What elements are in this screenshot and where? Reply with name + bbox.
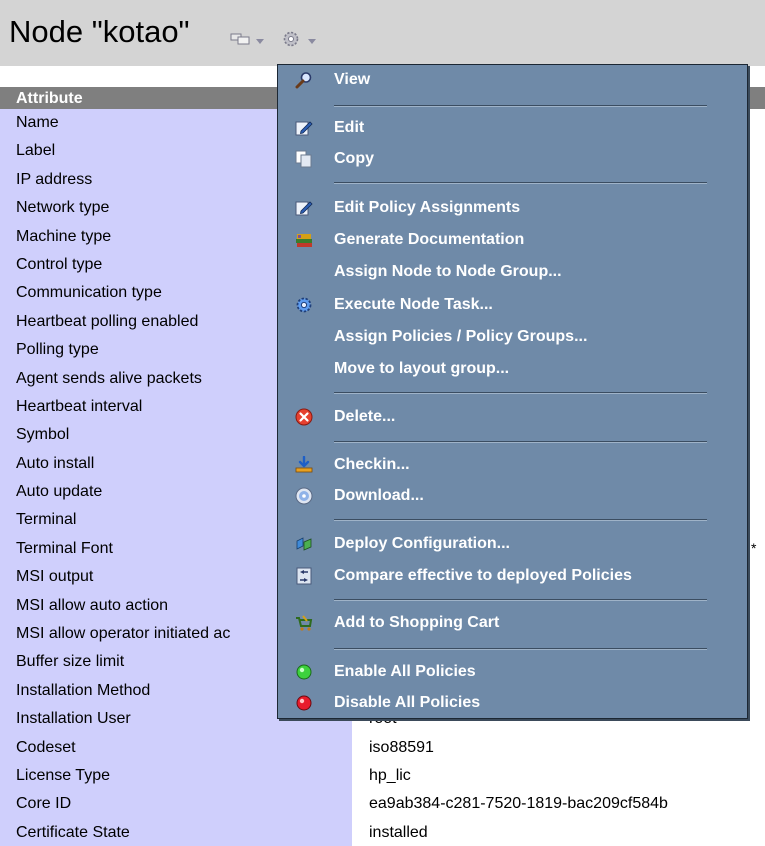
menu-item-assign-node-to-node-group[interactable]: Assign Node to Node Group... [278, 257, 748, 287]
page-title: Node "kotao" [9, 14, 190, 49]
dropdown-arrow-icon[interactable] [255, 32, 265, 50]
attribute-name: Certificate State [0, 818, 352, 846]
menu-item-label: Compare effective to deployed Policies [334, 567, 632, 584]
menu-separator [334, 599, 707, 601]
delete-icon [295, 408, 313, 426]
menu-item-label: Download... [334, 487, 424, 504]
menu-item-label: Assign Policies / Policy Groups... [334, 328, 588, 345]
compare-icon [295, 567, 313, 585]
red-light-icon [295, 694, 313, 712]
checkin-icon [295, 455, 313, 474]
magnifier-icon [295, 71, 313, 89]
attribute-value: installed [369, 823, 428, 841]
attribute-value: hp_lic [369, 766, 411, 784]
node-actions-context-menu: View Edit Copy Edit Policy Assignments Gener… [277, 64, 748, 719]
attribute-name: Core ID [0, 790, 352, 819]
menu-item-disable-all-policies[interactable]: Disable All Policies [278, 688, 748, 718]
menu-separator [334, 392, 707, 394]
attribute-value: iso88591 [369, 738, 434, 756]
menu-item-deploy-configuration[interactable]: Deploy Configuration... [278, 529, 748, 559]
menu-item-label: Copy [334, 150, 374, 167]
attribute-name: License Type [0, 761, 352, 791]
menu-separator [334, 105, 707, 107]
menu-item-label: Disable All Policies [334, 694, 481, 711]
menu-item-label: Assign Node to Node Group... [334, 263, 562, 280]
menu-separator [334, 182, 707, 184]
menu-item-delete[interactable]: Delete... [278, 402, 748, 432]
column-header-attribute: Attribute [16, 90, 83, 107]
menu-item-label: Deploy Configuration... [334, 535, 510, 552]
truncated-value-fragment: * [751, 540, 757, 556]
edit-pencil-icon [295, 119, 313, 137]
menu-item-label: Execute Node Task... [334, 296, 493, 313]
menu-item-compare-effective-to-deployed-policies[interactable]: Compare effective to deployed Policies [278, 561, 748, 591]
node-view-icon[interactable] [230, 29, 252, 50]
menu-item-view[interactable]: View [278, 65, 748, 95]
menu-item-assign-policies-policy-groups[interactable]: Assign Policies / Policy Groups... [278, 322, 748, 352]
menu-item-label: Edit [334, 119, 365, 136]
menu-item-move-to-layout-group[interactable]: Move to layout group... [278, 354, 748, 384]
menu-item-label: Delete... [334, 408, 396, 425]
edit-pencil-icon [295, 199, 313, 217]
menu-separator [334, 648, 707, 650]
menu-item-edit-policy-assignments[interactable]: Edit Policy Assignments [278, 193, 748, 223]
attribute-name: Codeset [0, 733, 352, 762]
menu-item-download[interactable]: Download... [278, 481, 748, 511]
menu-item-generate-documentation[interactable]: Generate Documentation [278, 225, 748, 255]
green-light-icon [295, 663, 313, 681]
books-icon [295, 231, 313, 249]
menu-item-label: Generate Documentation [334, 231, 525, 248]
deploy-icon [295, 535, 313, 553]
menu-item-label: Add to Shopping Cart [334, 614, 500, 631]
menu-item-enable-all-policies[interactable]: Enable All Policies [278, 657, 748, 687]
node-details-page: Node "kotao" Attribute Name Label IP add… [0, 0, 765, 846]
menu-separator [334, 519, 707, 521]
copy-icon [295, 150, 313, 168]
table-row: License Type hp_lic [0, 761, 765, 791]
menu-item-label: Edit Policy Assignments [334, 199, 521, 216]
dropdown-arrow-icon[interactable] [307, 32, 317, 50]
menu-item-edit[interactable]: Edit [278, 113, 748, 143]
download-disc-icon [295, 487, 313, 505]
menu-item-label: Enable All Policies [334, 663, 476, 680]
shopping-cart-icon [295, 614, 313, 632]
menu-separator [334, 441, 707, 443]
attribute-value: ea9ab384-c281-7520-1819-bac209cf584b [369, 795, 668, 813]
table-row: Core ID ea9ab384-c281-7520-1819-bac209cf5… [0, 790, 765, 819]
menu-item-add-to-shopping-cart[interactable]: Add to Shopping Cart [278, 608, 748, 638]
gear-icon[interactable] [282, 29, 300, 52]
gear-icon [295, 296, 313, 314]
table-row: Codeset iso88591 [0, 733, 765, 762]
menu-item-label: View [334, 71, 371, 88]
table-row: Certificate State installed [0, 818, 765, 846]
menu-item-label: Checkin... [334, 456, 410, 473]
menu-item-execute-node-task[interactable]: Execute Node Task... [278, 290, 748, 320]
menu-item-checkin[interactable]: Checkin... [278, 450, 748, 480]
menu-item-label: Move to layout group... [334, 360, 510, 377]
page-header: Node "kotao" [0, 0, 765, 66]
menu-item-copy[interactable]: Copy [278, 144, 748, 174]
